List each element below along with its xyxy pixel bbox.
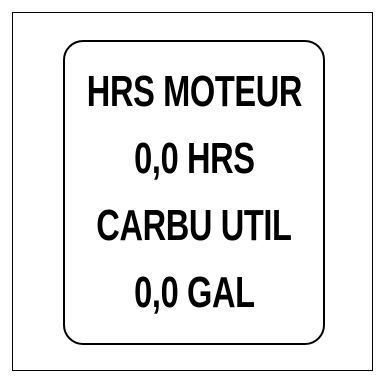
fuel-used-label: CARBU UTIL [96,201,292,250]
engine-hours-label: HRS MOTEUR [86,67,302,116]
gauge-display-panel: HRS MOTEUR 0,0 HRS CARBU UTIL 0,0 GAL [63,40,325,345]
engine-hours-value: 0,0 HRS [133,134,255,183]
fuel-used-value: 0,0 GAL [133,268,255,317]
